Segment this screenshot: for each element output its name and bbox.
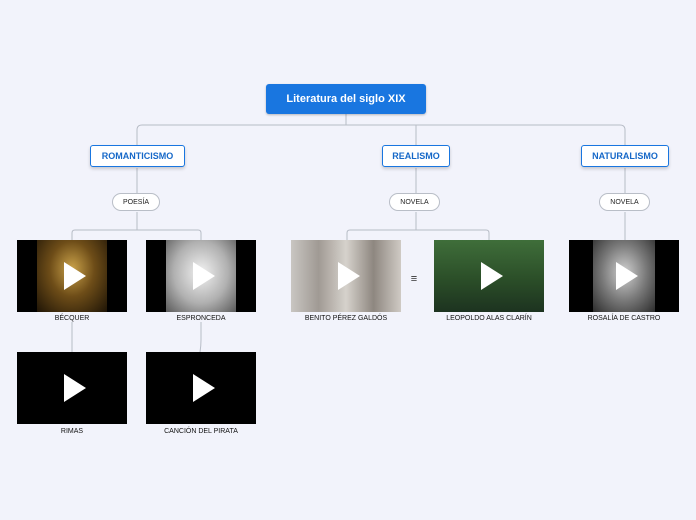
subtopic-novela-naturalismo-label: NOVELA [610, 198, 639, 206]
topic-naturalismo-label: NATURALISMO [592, 151, 658, 161]
subtopic-novela-realismo-label: NOVELA [400, 198, 429, 206]
video-becquer[interactable] [17, 240, 127, 312]
topic-realismo[interactable]: REALISMO [382, 145, 450, 167]
play-icon[interactable] [338, 262, 360, 290]
play-icon[interactable] [616, 262, 638, 290]
topic-naturalismo[interactable]: NATURALISMO [581, 145, 669, 167]
video-caption-galdos: BENITO PÉREZ GALDÓS [304, 315, 388, 322]
root-topic[interactable]: Literatura del siglo XIX [266, 84, 426, 114]
root-topic-label: Literatura del siglo XIX [286, 93, 406, 105]
play-icon[interactable] [64, 262, 86, 290]
video-caption-rimas: RIMAS [60, 428, 84, 435]
video-caption-cancion-del-pirata: CANCIÓN DEL PIRATA [164, 428, 238, 435]
notes-icon[interactable]: ≡ [409, 272, 419, 286]
topic-romanticismo-label: ROMANTICISMO [101, 151, 174, 161]
subtopic-poesia-label: POESÍA [122, 198, 150, 206]
video-caption-clarin: LEOPOLDO ALAS CLARÍN [446, 315, 532, 322]
video-caption-rosalia: ROSALÍA DE CASTRO [587, 315, 661, 322]
play-icon[interactable] [193, 374, 215, 402]
video-caption-becquer: BÉCQUER [54, 315, 90, 322]
topic-romanticismo[interactable]: ROMANTICISMO [90, 145, 185, 167]
video-clarin[interactable] [434, 240, 544, 312]
video-galdos[interactable] [291, 240, 401, 312]
subtopic-poesia[interactable]: POESÍA [112, 193, 160, 211]
video-espronceda[interactable] [146, 240, 256, 312]
video-caption-espronceda: ESPRONCEDA [176, 315, 226, 322]
play-icon[interactable] [64, 374, 86, 402]
topic-realismo-label: REALISMO [392, 151, 440, 161]
video-rimas[interactable] [17, 352, 127, 424]
subtopic-novela-realismo[interactable]: NOVELA [389, 193, 440, 211]
play-icon[interactable] [193, 262, 215, 290]
video-cancion-del-pirata[interactable] [146, 352, 256, 424]
subtopic-novela-naturalismo[interactable]: NOVELA [599, 193, 650, 211]
play-icon[interactable] [481, 262, 503, 290]
video-rosalia[interactable] [569, 240, 679, 312]
